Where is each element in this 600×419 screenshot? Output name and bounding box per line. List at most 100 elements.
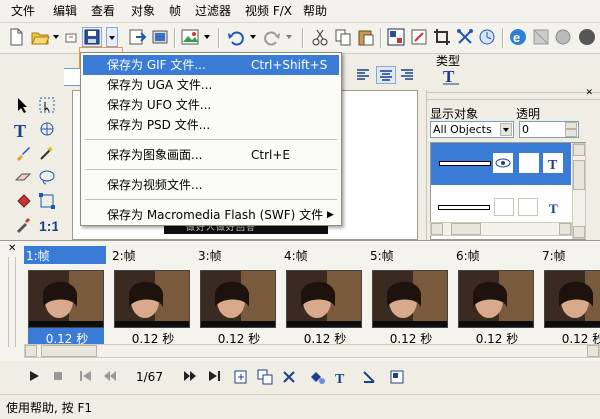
frame-thumbnail[interactable]: 5:帧 0.12 秒 — [368, 246, 454, 346]
panel-close-icon[interactable]: ✕ — [585, 88, 593, 98]
frame-thumbnail[interactable]: 4:帧 0.12 秒 — [282, 246, 368, 346]
scroll-down-icon[interactable] — [573, 226, 585, 238]
menu-video-fx[interactable]: 视频 F/X — [244, 3, 293, 19]
redo-dropdown-arrow[interactable] — [284, 27, 294, 47]
eyedropper-icon[interactable] — [14, 216, 32, 234]
save-menu-item[interactable]: 保存为视频文件... — [83, 175, 339, 195]
previous-frame-icon[interactable] — [102, 368, 118, 384]
align-center-icon[interactable] — [376, 66, 396, 84]
next-toolbar-icon[interactable] — [577, 27, 597, 47]
visibility-eye-icon[interactable] — [493, 153, 513, 173]
save-disk-icon[interactable] — [82, 27, 102, 47]
copy-icon[interactable] — [333, 27, 353, 47]
duplicate-frame-icon[interactable] — [256, 368, 274, 386]
display-objects-select[interactable]: All Objects — [430, 121, 514, 138]
first-frame-icon[interactable] — [78, 368, 94, 384]
frame-thumbnail[interactable]: 1:帧 0.12 秒 — [24, 246, 110, 346]
optimize-icon[interactable] — [554, 27, 574, 47]
scroll-thumb[interactable] — [573, 160, 585, 190]
scroll-left-icon[interactable] — [431, 223, 443, 235]
frame-edit-icon[interactable] — [409, 27, 429, 47]
last-frame-icon[interactable] — [206, 368, 222, 384]
actual-size-icon[interactable]: 1:1 — [38, 216, 59, 234]
menu-frame[interactable]: 帧 — [168, 3, 182, 19]
menu-file[interactable]: 文件 — [10, 3, 36, 19]
insert-frame-icon[interactable] — [232, 368, 250, 386]
settings-slider-icon[interactable] — [64, 27, 84, 47]
paste-icon[interactable] — [356, 27, 376, 47]
frame-thumbnail[interactable]: 3:帧 0.12 秒 — [196, 246, 282, 346]
undo-icon[interactable] — [226, 27, 246, 47]
cut-icon[interactable] — [310, 27, 330, 47]
scroll-up-icon[interactable] — [573, 144, 585, 156]
color-image-icon[interactable] — [180, 27, 200, 47]
opacity-spinner[interactable]: 0 — [519, 121, 579, 138]
menu-help[interactable]: 帮助 — [302, 3, 328, 19]
save-menu-item[interactable]: 保存为 PSD 文件... — [83, 115, 339, 135]
arrow-select-icon[interactable] — [14, 96, 32, 114]
save-menu-item[interactable]: 保存为 UGA 文件... — [83, 75, 339, 95]
lasso-tool-icon[interactable] — [38, 168, 56, 186]
magic-wand-icon[interactable] — [38, 144, 56, 162]
save-menu-item[interactable]: 保存为 UFO 文件... — [83, 95, 339, 115]
text-banner-icon[interactable]: T — [332, 368, 350, 387]
open-dropdown-arrow[interactable] — [51, 27, 61, 47]
frame-grid-icon[interactable] — [386, 27, 406, 47]
save-menu-item[interactable]: 保存为 GIF 文件... Ctrl+Shift+S — [83, 55, 339, 75]
transform-tool-icon[interactable] — [38, 192, 56, 210]
new-file-icon[interactable] — [6, 27, 26, 47]
frame-thumbnail[interactable]: 6:帧 0.12 秒 — [454, 246, 540, 346]
align-right-icon[interactable] — [398, 66, 418, 84]
disabled-tool-icon[interactable] — [531, 27, 551, 47]
scroll-thumb-h[interactable] — [451, 223, 481, 235]
save-dropdown-arrow[interactable] — [106, 27, 118, 47]
crop-view-icon[interactable] — [38, 120, 56, 138]
undo-dropdown-arrow[interactable] — [248, 27, 258, 47]
chevron-down-icon[interactable] — [500, 123, 512, 136]
spin-down-icon[interactable] — [565, 129, 577, 137]
export-icon[interactable] — [127, 27, 147, 47]
play-icon[interactable] — [26, 368, 42, 384]
preview-browser-icon[interactable]: e — [508, 27, 528, 47]
animation-wizard-icon[interactable] — [478, 27, 498, 47]
text-type-icon[interactable]: T — [440, 66, 462, 86]
layer-vertical-scrollbar[interactable] — [572, 143, 586, 239]
tween-icon[interactable] — [308, 368, 326, 386]
menu-edit[interactable]: 编辑 — [52, 3, 78, 19]
spin-up-icon[interactable] — [565, 122, 577, 129]
align-left-icon[interactable] — [354, 66, 374, 84]
frame-properties-icon[interactable] — [388, 368, 406, 386]
crop-icon[interactable] — [432, 27, 452, 47]
save-menu-item[interactable]: 保存为图象画面... Ctrl+E — [83, 145, 339, 165]
layer-lock-box-2[interactable] — [518, 198, 538, 216]
redo-icon[interactable] — [262, 27, 282, 47]
layer-lock-box[interactable] — [519, 153, 539, 173]
frame-panel-close-icon[interactable]: ✕ — [8, 243, 16, 254]
fill-bucket-icon[interactable] — [14, 192, 32, 210]
save-menu-item[interactable]: 保存为 Macromedia Flash (SWF) 文件 ▶ — [83, 205, 339, 225]
layer-text-type-icon[interactable]: T — [543, 153, 563, 173]
scroll-left-icon[interactable] — [25, 345, 37, 357]
open-folder-icon[interactable] — [30, 27, 50, 47]
image-dropdown-arrow[interactable] — [202, 27, 212, 47]
layer-horizontal-scrollbar[interactable] — [430, 222, 572, 236]
scroll-right-icon[interactable] — [587, 345, 599, 357]
text-tool-icon[interactable]: T — [12, 120, 30, 141]
marquee-select-icon[interactable] — [38, 96, 56, 114]
menu-object[interactable]: 对象 — [130, 3, 156, 19]
menu-filter[interactable]: 过滤器 — [194, 3, 232, 19]
scroll-right-icon[interactable] — [559, 223, 571, 235]
stop-icon[interactable] — [50, 368, 66, 384]
delete-frame-icon[interactable] — [280, 368, 298, 386]
import-icon[interactable] — [150, 27, 170, 47]
menu-view[interactable]: 查看 — [90, 3, 116, 19]
frame-horizontal-scrollbar[interactable] — [24, 344, 600, 358]
layer-visibility-box[interactable] — [494, 198, 514, 216]
eraser-tool-icon[interactable] — [14, 168, 32, 186]
reverse-frames-icon[interactable] — [360, 368, 378, 386]
frame-thumbnail[interactable]: 2:帧 0.12 秒 — [110, 246, 196, 346]
layer-row-selected[interactable]: T — [431, 143, 571, 185]
frame-thumbnail[interactable]: 7:帧 0.12 秒 — [540, 246, 600, 346]
layer-text-type-icon-2[interactable]: T — [544, 198, 564, 216]
brush-tool-icon[interactable] — [14, 144, 32, 162]
